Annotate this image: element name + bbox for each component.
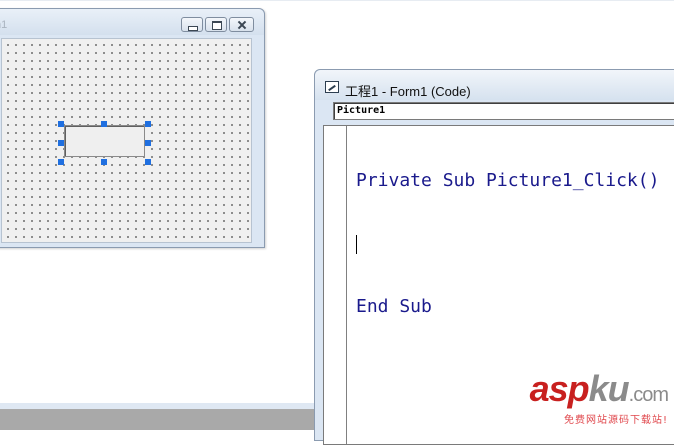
code-window-icon: [325, 81, 339, 93]
resize-handle-e[interactable]: [145, 140, 151, 146]
text-caret: [356, 234, 357, 254]
maximize-button[interactable]: [205, 17, 227, 32]
resize-handle-se[interactable]: [145, 159, 151, 165]
code-margin[interactable]: [324, 126, 347, 444]
caption-buttons: [181, 17, 254, 32]
form-title-bar[interactable]: n1: [0, 9, 264, 35]
object-selector-dropdown[interactable]: Picture1: [333, 102, 674, 120]
code-line: End Sub: [356, 296, 432, 317]
code-window-title: 工程1 - Form1 (Code): [345, 84, 471, 99]
close-button[interactable]: [229, 17, 254, 32]
form-title: n1: [0, 19, 8, 31]
minimize-button[interactable]: [181, 17, 203, 32]
resize-handle-s[interactable]: [101, 159, 107, 165]
watermark: aspku.com 免费网站源码下载站!: [529, 368, 669, 427]
mdi-background: [0, 403, 318, 430]
resize-handle-w[interactable]: [58, 140, 64, 146]
margin-separator: [346, 126, 347, 444]
top-divider: [0, 0, 674, 1]
picture1-control[interactable]: [64, 125, 145, 157]
watermark-subtitle: 免费网站源码下载站!: [563, 415, 668, 426]
resize-handle-ne[interactable]: [145, 121, 151, 127]
watermark-logo: aspku.com: [529, 368, 669, 409]
resize-handle-nw[interactable]: [58, 121, 64, 127]
code-line-caret: [356, 233, 659, 254]
code-title-bar[interactable]: 工程1 - Form1 (Code): [315, 70, 674, 100]
code-text[interactable]: Private Sub Picture1_Click() End Sub: [356, 128, 659, 359]
code-line: Private Sub Picture1_Click(): [356, 170, 660, 191]
resize-handle-n[interactable]: [101, 121, 107, 127]
resize-handle-sw[interactable]: [58, 159, 64, 165]
